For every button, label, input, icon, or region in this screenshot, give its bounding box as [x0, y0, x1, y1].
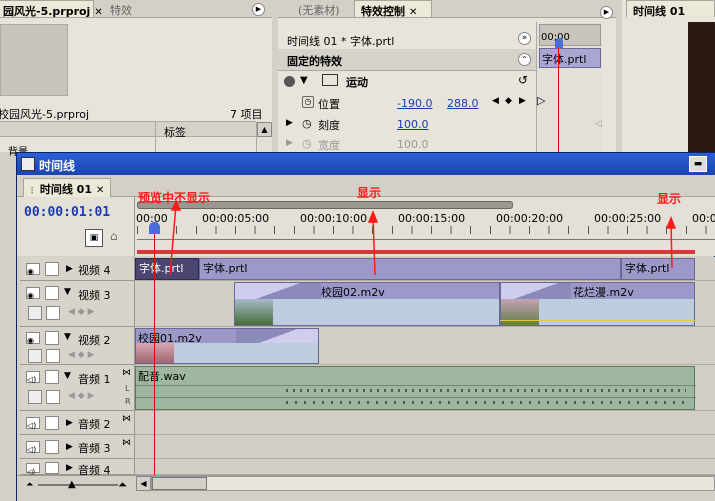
- annotation-arrows: [169, 199, 677, 276]
- arrowhead: [665, 215, 677, 229]
- arrow-not-shown: [169, 204, 177, 276]
- arrow-shown-2: [670, 221, 673, 269]
- arrowhead: [170, 199, 182, 211]
- arrowhead: [367, 209, 379, 223]
- arrow-shown-1: [372, 214, 376, 276]
